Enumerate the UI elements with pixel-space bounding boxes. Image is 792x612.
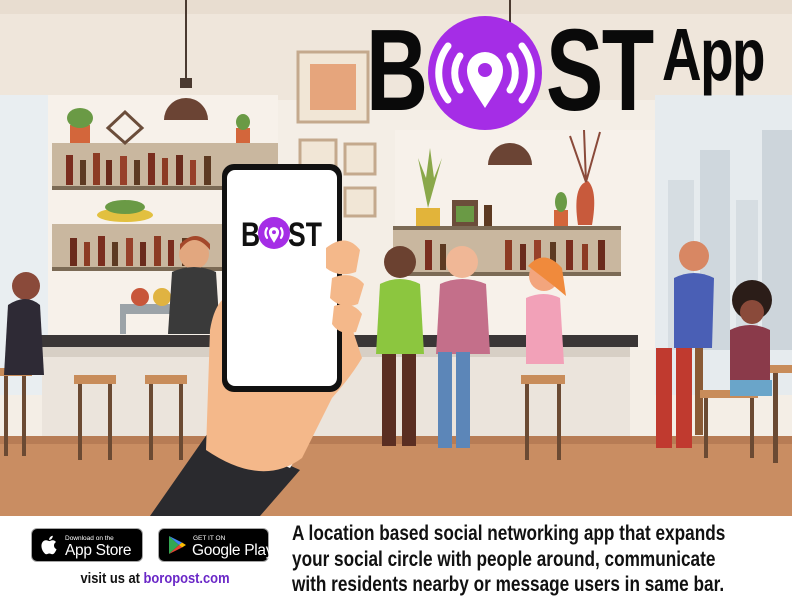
location-pin-signal-icon <box>428 16 542 130</box>
visit-prefix: visit us at <box>80 570 144 587</box>
phone-logo-letters-st: ST <box>288 216 322 254</box>
logo-word-app: App <box>662 13 765 96</box>
location-pin-signal-icon <box>258 217 290 249</box>
google-play-badge[interactable]: GET IT ON Google Play <box>158 528 273 562</box>
apple-icon <box>39 534 61 556</box>
play-triangle-icon <box>166 534 188 556</box>
app-store-caption: Download on the <box>65 535 114 542</box>
bar-scene-illustration: B ST App B ST <box>0 0 792 516</box>
description-line: A location based social networking app t… <box>292 521 726 545</box>
phone-screen-logo: B ST <box>238 212 328 256</box>
footer: Download on the App Store GET IT ON Goog… <box>0 516 792 612</box>
website-link[interactable]: boropost.com <box>144 570 230 587</box>
app-description: A location based social networking app t… <box>292 521 740 598</box>
logo-letter-b: B <box>366 5 428 135</box>
logo-letters-st: ST <box>546 5 654 135</box>
app-store-badge[interactable]: Download on the App Store <box>31 528 143 562</box>
brand-logo: B ST App <box>366 10 786 130</box>
google-play-caption: GET IT ON <box>193 535 226 542</box>
google-play-label: Google Play <box>192 542 274 559</box>
description-line: your social circle with people around, c… <box>292 546 716 571</box>
description-line: with residents nearby or message users i… <box>292 572 725 596</box>
visit-line: visit us at boropost.com <box>56 570 254 587</box>
app-store-label: App Store <box>65 542 132 559</box>
